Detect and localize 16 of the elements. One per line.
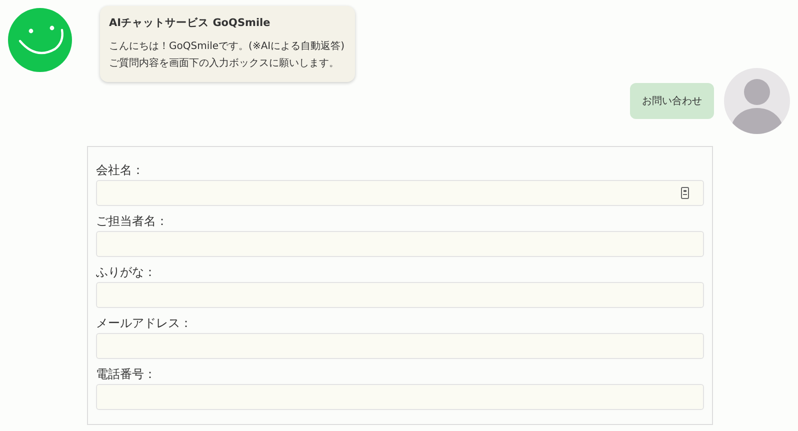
bot-name: AIチャットサービス GoQSmile bbox=[109, 16, 272, 30]
field-label: ふりがな： bbox=[96, 264, 157, 281]
field-label: 電話番号： bbox=[96, 366, 157, 383]
user-avatar-icon bbox=[724, 68, 790, 134]
message-text: こんにちは！GoQSmileです。(※AIによる自動返答) bbox=[109, 40, 345, 54]
input-field[interactable] bbox=[96, 282, 704, 308]
input-field[interactable] bbox=[96, 333, 704, 359]
message-text: ご質問内容を画面下の入力ボックスに願いします。 bbox=[109, 56, 340, 71]
user-message-bubble: お問い合わせ bbox=[630, 83, 714, 119]
input-field[interactable] bbox=[96, 384, 704, 410]
field-label: 会社名： bbox=[96, 162, 145, 179]
input-field[interactable] bbox=[96, 231, 704, 257]
input-field[interactable] bbox=[96, 180, 704, 206]
field-label: メールアドレス： bbox=[96, 315, 193, 332]
smiley-avatar-icon bbox=[8, 8, 72, 72]
field-label: ご担当者名： bbox=[96, 213, 169, 230]
